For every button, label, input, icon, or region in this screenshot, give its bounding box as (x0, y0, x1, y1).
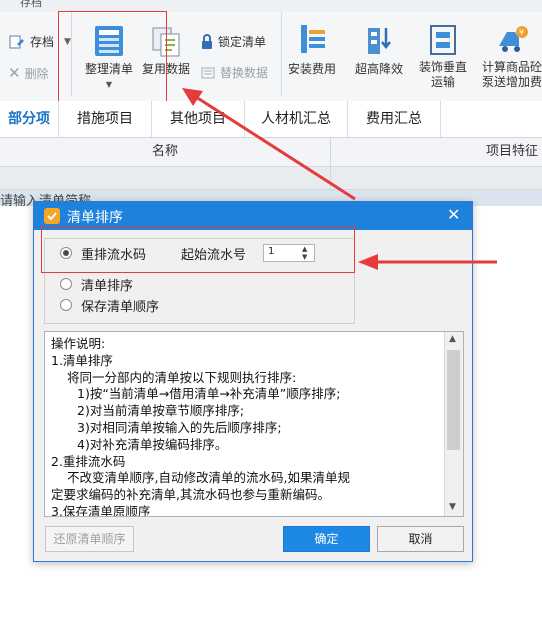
annotation-arrow-line (195, 95, 356, 201)
annotation-arrowhead (358, 254, 378, 270)
annotation-arrowhead (182, 88, 203, 106)
annotation-arrows (182, 88, 497, 270)
